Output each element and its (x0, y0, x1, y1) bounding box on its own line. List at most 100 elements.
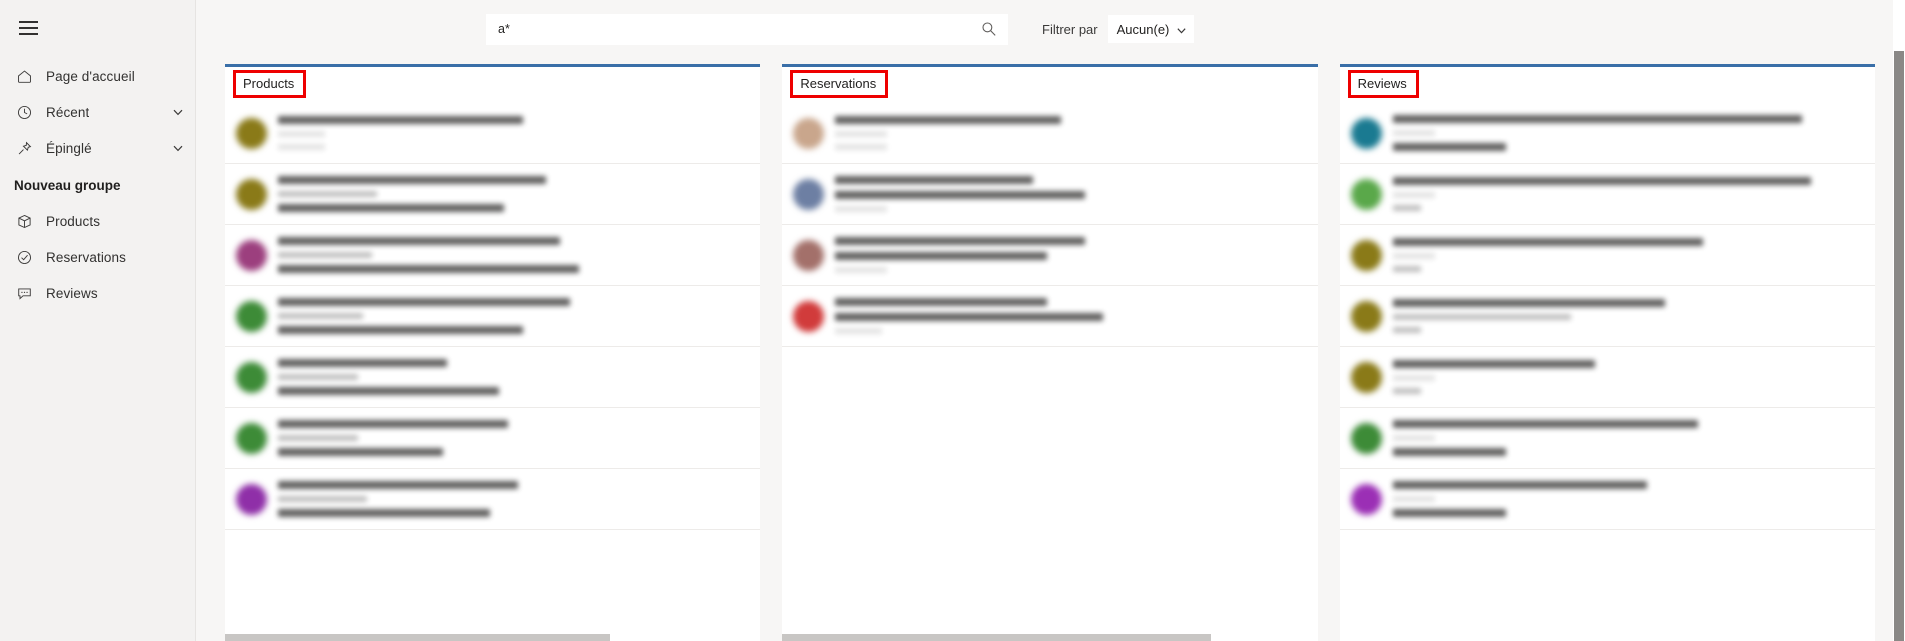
list-item[interactable] (225, 103, 761, 164)
list-item-text-line (278, 509, 490, 517)
panel-header: Products (225, 67, 760, 101)
list-item-text (1392, 238, 1875, 272)
sidebar-item-label: Page d'accueil (46, 68, 135, 84)
sidebar-item-reviews[interactable]: Reviews (0, 275, 195, 311)
panel-title[interactable]: Reservations (790, 70, 889, 98)
filter-dropdown[interactable]: Aucun(e) (1107, 15, 1195, 43)
panel-horizontal-scrollbar[interactable] (225, 634, 611, 641)
list-item[interactable] (225, 286, 761, 347)
avatar (1350, 239, 1382, 271)
list-item[interactable] (1339, 408, 1875, 469)
list-item-text-line (835, 116, 1062, 124)
list-item-text (835, 298, 1317, 334)
list-item[interactable] (1339, 347, 1875, 408)
list-item-text-line (1392, 177, 1812, 185)
sidebar-item-label: Reservations (46, 249, 126, 265)
list-item-text-line (278, 359, 448, 367)
list-item-text (278, 298, 760, 334)
list-item-text-line (278, 116, 523, 124)
list-item-text-line (278, 237, 561, 245)
chevron-down-icon[interactable] (171, 105, 185, 119)
pin-icon (14, 138, 34, 158)
sidebar-item-reservations[interactable]: Reservations (0, 239, 195, 275)
result-list (1339, 103, 1875, 641)
sidebar-item-r-cent[interactable]: Récent (0, 94, 195, 130)
list-item[interactable] (782, 286, 1318, 347)
list-item[interactable] (225, 469, 761, 530)
page-scrollbar-thumb[interactable] (1894, 51, 1904, 641)
avatar (1350, 178, 1382, 210)
list-item-text (1392, 420, 1875, 456)
app-root: Page d'accueil Récent Épinglé Nouveau grou… (0, 0, 1905, 641)
list-item-text (835, 176, 1317, 212)
avatar (1350, 117, 1382, 149)
clock-icon (14, 102, 34, 122)
list-item[interactable] (225, 408, 761, 469)
list-item[interactable] (225, 225, 761, 286)
sidebar-item-pingl[interactable]: Épinglé (0, 130, 195, 166)
main-area: Filtrer par Aucun(e) Products Reservation… (196, 0, 1905, 641)
search-input[interactable] (498, 22, 981, 36)
list-item-text-line (1392, 314, 1572, 320)
page-scrollbar[interactable] (1893, 0, 1905, 641)
list-item-text-line (835, 298, 1047, 306)
list-item-text-line (278, 204, 504, 212)
search-box[interactable] (486, 13, 1008, 45)
panel-title[interactable]: Reviews (1347, 70, 1419, 98)
search-icon[interactable] (981, 21, 997, 37)
list-item-text-line (278, 252, 373, 258)
panel-header: Reviews (1340, 67, 1875, 101)
sidebar-item-page-d-accueil[interactable]: Page d'accueil (0, 58, 195, 94)
check-circle-icon (14, 247, 34, 267)
panel-horizontal-scrollbar[interactable] (782, 634, 1211, 641)
chevron-down-icon[interactable] (171, 141, 185, 155)
avatar (236, 300, 267, 332)
chevron-down-icon (1176, 24, 1187, 35)
list-item-text-line (835, 176, 1033, 184)
hamburger-menu-icon[interactable] (6, 8, 50, 48)
results-columns: Products Reservations Reviews (196, 58, 1905, 641)
list-item-text-line (278, 131, 326, 137)
avatar (236, 422, 267, 454)
list-item[interactable] (1339, 103, 1875, 164)
list-item-text-line (1392, 388, 1421, 394)
list-item-text-line (278, 176, 547, 184)
list-item-text (835, 237, 1317, 273)
list-item[interactable] (1339, 469, 1875, 530)
list-item[interactable] (225, 164, 761, 225)
list-item[interactable] (1339, 164, 1875, 225)
list-item-text-line (278, 265, 579, 273)
list-item-text-line (278, 191, 377, 197)
panel-title[interactable]: Products (232, 70, 307, 98)
sidebar-group-nav: Products Reservations Reviews (0, 203, 195, 311)
list-item-text-line (1392, 115, 1802, 123)
list-item-text-line (1392, 375, 1435, 381)
avatar (1350, 483, 1382, 515)
panel-reservations: Reservations (782, 64, 1318, 641)
sidebar-item-label: Épinglé (46, 140, 92, 156)
list-item[interactable] (1339, 225, 1875, 286)
list-item-text (1392, 115, 1875, 151)
list-item-text-line (835, 206, 888, 212)
sidebar-item-products[interactable]: Products (0, 203, 195, 239)
list-item[interactable] (782, 164, 1318, 225)
avatar (1350, 300, 1382, 332)
sidebar-item-label: Reviews (46, 285, 98, 301)
avatar (236, 239, 267, 271)
list-item[interactable] (225, 347, 761, 408)
list-item[interactable] (782, 103, 1318, 164)
list-item-text (278, 237, 760, 273)
avatar (236, 361, 267, 393)
top-toolbar: Filtrer par Aucun(e) (196, 0, 1905, 58)
avatar (236, 483, 267, 515)
avatar (236, 178, 267, 210)
list-item[interactable] (1339, 286, 1875, 347)
list-item-text (278, 116, 760, 150)
list-item[interactable] (782, 225, 1318, 286)
list-item-text-line (1392, 130, 1435, 136)
list-item-text (278, 359, 760, 395)
list-item-text (1392, 299, 1875, 333)
list-item-text (835, 116, 1317, 150)
list-item-text-line (1392, 435, 1435, 441)
home-icon (14, 66, 34, 86)
